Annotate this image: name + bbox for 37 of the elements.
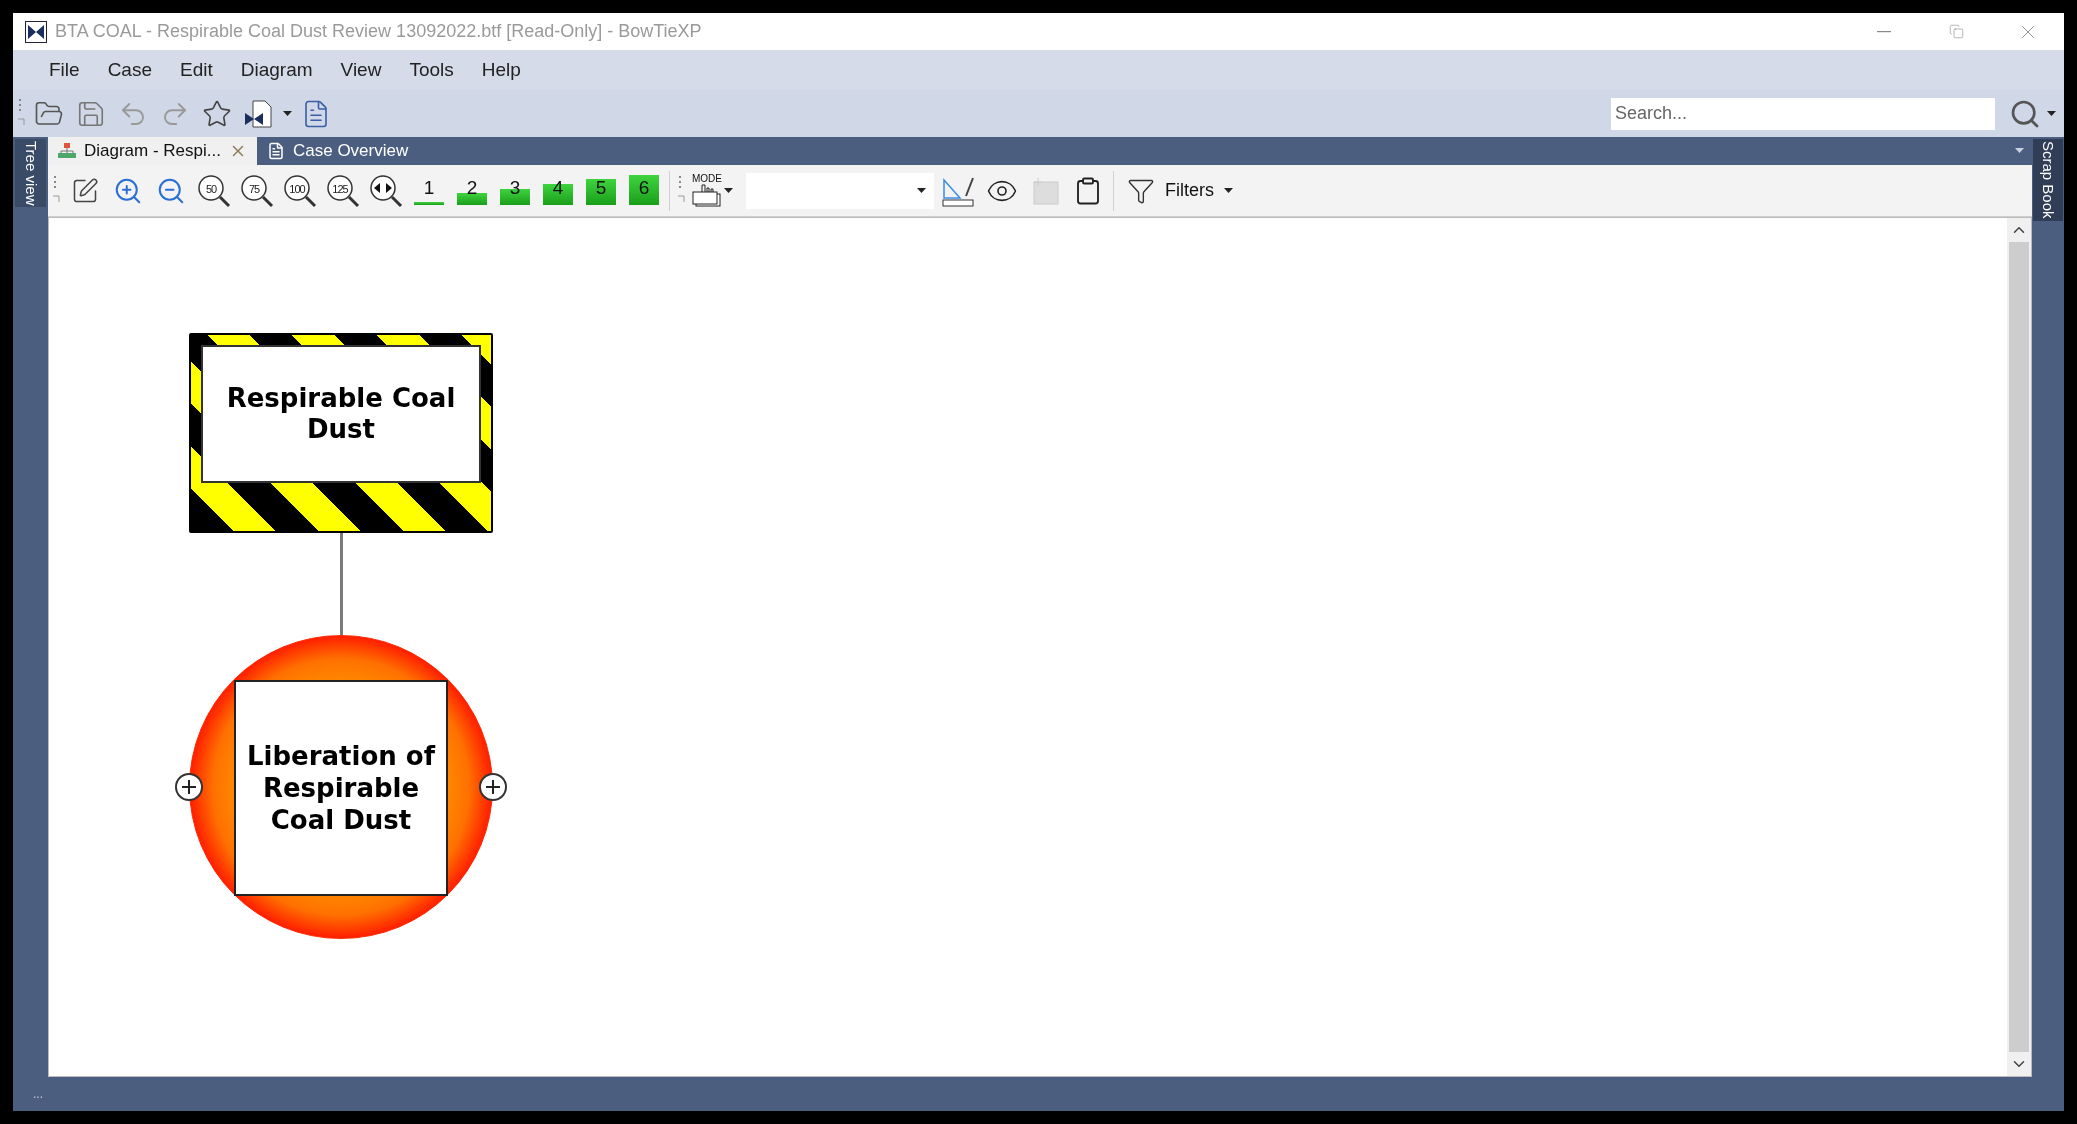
document-tab[interactable]: Diagram - Respi... — [48, 137, 257, 165]
bowtie-logo-icon — [25, 20, 47, 43]
hazard-label: Respirable Coal Dust — [201, 345, 481, 483]
expand-consequences-button[interactable] — [479, 773, 507, 801]
document-tab[interactable]: Case Overview — [257, 137, 419, 165]
plus-icon — [485, 779, 501, 795]
top-event-label: Liberation of Respirable Coal Dust — [234, 680, 448, 896]
display-level-button[interactable]: 2 — [454, 172, 490, 209]
menu-item[interactable]: File — [35, 55, 94, 85]
caret-icon[interactable] — [917, 187, 926, 194]
display-level-button[interactable]: 1 — [411, 172, 447, 209]
caret-icon[interactable] — [2047, 110, 2056, 117]
scrap-book-tab[interactable]: Scrap Book — [2032, 139, 2064, 221]
mode-button[interactable]: MODE — [692, 173, 733, 208]
search-field[interactable]: Search... — [1611, 97, 1995, 130]
scrollbar-thumb[interactable] — [2009, 242, 2029, 1052]
plus-icon — [181, 779, 197, 795]
tree-view-tab[interactable]: Tree view — [15, 139, 46, 208]
caret-icon[interactable] — [283, 110, 292, 117]
document-icon — [267, 142, 285, 160]
status-text: ... — [33, 1086, 43, 1103]
menu-item[interactable]: Diagram — [226, 55, 327, 85]
hierarchy-icon — [58, 143, 76, 159]
tab-list-caret-icon[interactable] — [2015, 148, 2024, 154]
caret-icon[interactable] — [724, 187, 733, 194]
menu-item[interactable]: Case — [93, 55, 166, 85]
menu-item[interactable]: Tools — [395, 55, 468, 85]
window-title: BTA COAL - Respirable Coal Dust Review 13092022.btf [Read-Only] - BowTieXP — [55, 20, 702, 43]
filters-button[interactable]: Filters — [1121, 176, 1233, 205]
menu-item[interactable]: Edit — [166, 55, 227, 85]
menu-item[interactable]: View — [326, 55, 396, 85]
fit-zoom-icon[interactable] — [368, 172, 404, 209]
menu-item[interactable]: Help — [467, 55, 535, 85]
caret-icon[interactable] — [1224, 187, 1233, 194]
restore-icon — [1948, 24, 1964, 39]
expand-threats-button[interactable] — [175, 773, 203, 801]
minimize-icon — [1877, 30, 1891, 33]
